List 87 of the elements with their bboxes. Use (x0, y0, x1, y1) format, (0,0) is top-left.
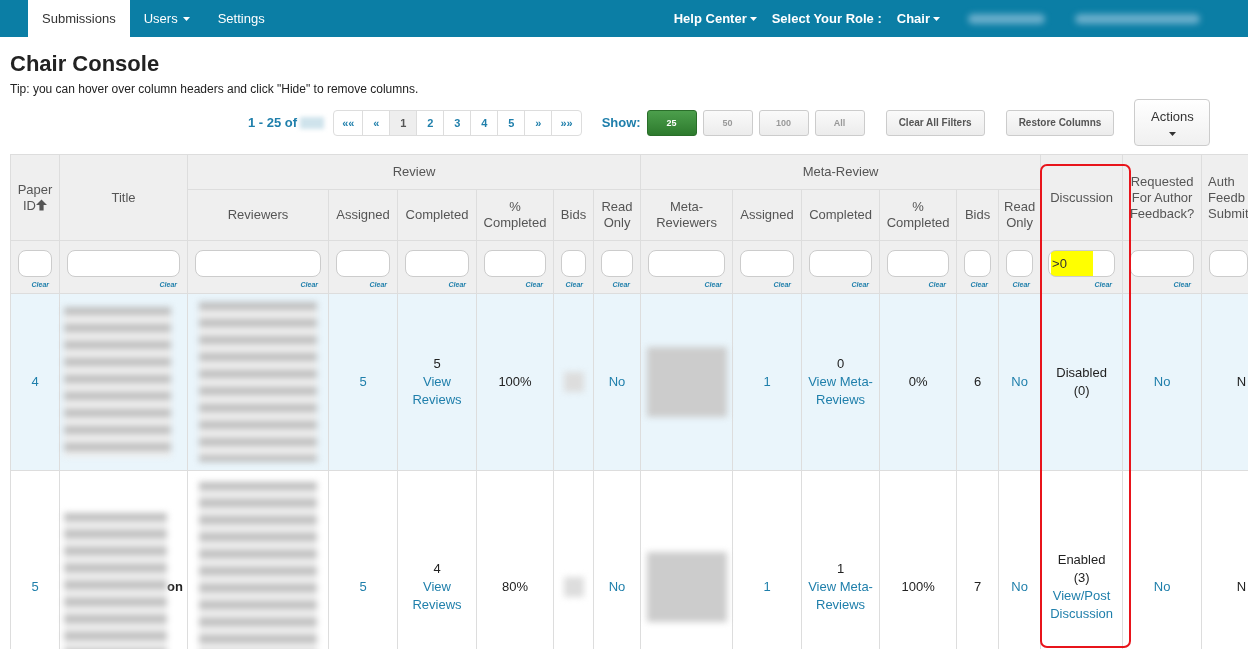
filter-field[interactable] (484, 250, 546, 277)
meta-percent-completed-text: 100% (901, 578, 935, 594)
nav-tab[interactable]: Submissions (28, 0, 130, 37)
author-feedback-text: N (1236, 374, 1247, 389)
filter-field[interactable] (1130, 250, 1195, 277)
title-text: on (167, 577, 183, 596)
read-only-link[interactable]: No (608, 578, 626, 594)
filter-field[interactable] (601, 250, 634, 277)
completed-link[interactable]: View Reviews (402, 373, 472, 409)
discussion-text: Disabled (1056, 364, 1107, 382)
paper-id-link[interactable]: 5 (31, 578, 39, 594)
page-button[interactable]: « (362, 109, 391, 136)
read-only-link[interactable]: No (608, 374, 626, 389)
column-group-header: Meta-Review (802, 164, 879, 180)
author-feedback-requested-link[interactable]: No (1153, 374, 1171, 389)
filter-field[interactable] (964, 250, 992, 277)
page-size-button[interactable]: 100 (758, 109, 809, 136)
meta-completed-text: 0 (836, 355, 845, 373)
filter-field[interactable] (561, 250, 586, 277)
page-button[interactable]: » (524, 109, 553, 136)
meta-completed-text: 1 (836, 559, 845, 578)
filter-field[interactable] (336, 250, 390, 277)
page-size-button[interactable]: 25 (646, 109, 697, 136)
assigned-link[interactable]: 5 (359, 374, 367, 389)
page-title: Chair Console (10, 51, 160, 77)
page-button[interactable]: »» (551, 109, 582, 136)
discussion-link[interactable]: View/Post Discussion (1045, 586, 1119, 623)
discussion-text: (0) (1073, 382, 1090, 400)
paper-id-link[interactable]: 4 (31, 374, 39, 389)
completed-text: 5 (433, 355, 441, 373)
discussion-text: Enabled (1057, 550, 1106, 569)
percent-completed-text: 80% (502, 578, 528, 594)
completed-link[interactable]: View Reviews (402, 577, 472, 614)
page-size-button[interactable]: All (814, 109, 865, 136)
meta-bids-text: 7 (973, 578, 982, 594)
meta-read-only-link[interactable]: No (1011, 578, 1028, 594)
range-label: 1 - 25 of (248, 115, 298, 130)
page-button[interactable]: «« (333, 109, 364, 136)
column-header[interactable]: Title (111, 189, 136, 206)
show-label: Show: (601, 115, 641, 130)
completed-text: 4 (433, 559, 441, 578)
author-feedback-requested-link[interactable]: No (1153, 578, 1171, 594)
nav-tab[interactable]: Users (129, 0, 204, 37)
page-button[interactable]: 3 (443, 109, 472, 136)
page-button[interactable]: 2 (416, 109, 445, 136)
column-header[interactable]: Bids (964, 207, 991, 223)
filter-field[interactable] (18, 250, 52, 277)
actions-button[interactable]: Actions (1134, 99, 1211, 146)
column-header[interactable]: Reviewers (227, 207, 289, 223)
page-button[interactable]: 5 (497, 109, 526, 136)
blurred-bids (563, 372, 584, 392)
filter-field[interactable] (1006, 250, 1034, 277)
page-button[interactable]: 1 (389, 109, 418, 136)
meta-read-only-link[interactable]: No (1011, 374, 1028, 389)
meta-completed-link[interactable]: View Meta-Reviews (806, 577, 876, 614)
discussion-text: (3) (1073, 568, 1090, 587)
column-group-header: Review (392, 164, 436, 180)
filter-field[interactable] (648, 250, 726, 277)
nav-label: Select Your Role : (771, 11, 882, 26)
filter-field[interactable] (1209, 250, 1248, 277)
caret-icon (933, 16, 940, 21)
toolbar-button[interactable]: Clear All Filters (885, 109, 985, 136)
filter-field[interactable] (195, 250, 321, 277)
filter-field[interactable] (740, 250, 795, 277)
filter-field[interactable] (887, 250, 950, 277)
nav-tab[interactable]: Settings (203, 0, 279, 37)
nav-menu[interactable]: Chair (896, 11, 940, 26)
filter-field[interactable] (809, 250, 873, 277)
blurred-bids (563, 576, 584, 597)
meta-assigned-link[interactable]: 1 (763, 578, 771, 594)
meta-percent-completed-text: 0% (908, 374, 928, 389)
nav-menu[interactable]: Help Center (673, 11, 757, 26)
page-size-button[interactable]: 50 (702, 109, 753, 136)
percent-completed-text: 100% (498, 374, 532, 389)
column-header[interactable]: Discussion (1050, 189, 1113, 206)
meta-completed-link[interactable]: View Meta-Reviews (806, 373, 876, 409)
assigned-link[interactable]: 5 (359, 578, 367, 594)
toolbar-button[interactable]: Restore Columns (1005, 109, 1115, 136)
filter-field[interactable] (67, 250, 180, 277)
author-feedback-text: N (1236, 578, 1247, 594)
tip-text: Tip: you can hover over column headers and click "Hide" to remove columns. (10, 82, 419, 97)
meta-bids-text: 6 (973, 374, 982, 389)
page-button[interactable]: 4 (470, 109, 499, 136)
meta-assigned-link[interactable]: 1 (763, 374, 771, 389)
caret-icon (749, 16, 757, 21)
filter-field[interactable]: >0 (1048, 250, 1116, 277)
filter-field[interactable] (405, 250, 469, 277)
